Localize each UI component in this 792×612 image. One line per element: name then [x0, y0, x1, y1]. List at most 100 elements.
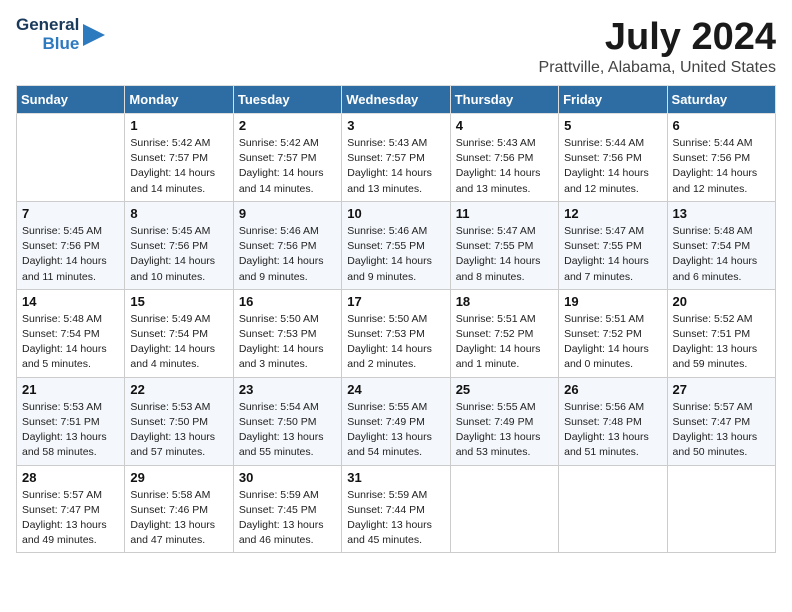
cell-w5-d4: 31Sunrise: 5:59 AMSunset: 7:44 PMDayligh…: [342, 465, 450, 553]
day-info: Sunrise: 5:57 AMSunset: 7:47 PMDaylight:…: [22, 488, 119, 549]
cell-w1-d5: 4 Sunrise: 5:43 AMSunset: 7:56 PMDaylight…: [450, 114, 558, 202]
cell-w4-d6: 26 Sunrise: 5:56 AMSunset: 7:48 PMDayligh…: [559, 377, 667, 465]
cell-w5-d1: 28 Sunrise: 5:57 AMSunset: 7:47 PMDayligh…: [17, 465, 125, 553]
day-number: 20: [673, 294, 770, 309]
day-info: Sunrise: 5:48 AMSunset: 7:54 PMDaylight:…: [22, 312, 119, 373]
logo-arrow-icon: [83, 20, 105, 50]
day-number: 29: [130, 470, 227, 485]
cell-w2-d2: 8 Sunrise: 5:45 AMSunset: 7:56 PMDaylight…: [125, 201, 233, 289]
day-number: 3: [347, 118, 444, 133]
cell-w4-d5: 25 Sunrise: 5:55 AMSunset: 7:49 PMDayligh…: [450, 377, 558, 465]
day-number: 2: [239, 118, 336, 133]
day-number: 15: [130, 294, 227, 309]
logo-general-text: General: [16, 16, 79, 35]
day-number: 25: [456, 382, 553, 397]
day-info: Sunrise: 5:45 AMSunset: 7:56 PMDaylight:…: [22, 224, 119, 285]
day-number: 8: [130, 206, 227, 221]
day-number: 12: [564, 206, 661, 221]
day-info: Sunrise: 5:47 AMSunset: 7:55 PMDaylight:…: [456, 224, 553, 285]
day-number: 19: [564, 294, 661, 309]
month-year: July 2024: [539, 16, 776, 59]
cell-w2-d7: 13 Sunrise: 5:48 AMSunset: 7:54 PMDayligh…: [667, 201, 775, 289]
day-info: Sunrise: 5:43 AMSunset: 7:56 PMDaylight:…: [456, 136, 553, 197]
header-sunday: Sunday: [17, 86, 125, 114]
day-info: Sunrise: 5:55 AMSunset: 7:49 PMDaylight:…: [456, 400, 553, 461]
day-number: 27: [673, 382, 770, 397]
cell-w3-d4: 17Sunrise: 5:50 AMSunset: 7:53 PMDayligh…: [342, 289, 450, 377]
day-info: Sunrise: 5:52 AMSunset: 7:51 PMDaylight:…: [673, 312, 770, 373]
day-info: Sunrise: 5:56 AMSunset: 7:48 PMDaylight:…: [564, 400, 661, 461]
day-number: 21: [22, 382, 119, 397]
day-info: Sunrise: 5:42 AMSunset: 7:57 PMDaylight:…: [130, 136, 227, 197]
day-info: Sunrise: 5:51 AMSunset: 7:52 PMDaylight:…: [564, 312, 661, 373]
cell-w5-d5: [450, 465, 558, 553]
cell-w2-d4: 10Sunrise: 5:46 AMSunset: 7:55 PMDayligh…: [342, 201, 450, 289]
day-number: 6: [673, 118, 770, 133]
day-info: Sunrise: 5:55 AMSunset: 7:49 PMDaylight:…: [347, 400, 444, 461]
day-info: Sunrise: 5:51 AMSunset: 7:52 PMDaylight:…: [456, 312, 553, 373]
day-info: Sunrise: 5:45 AMSunset: 7:56 PMDaylight:…: [130, 224, 227, 285]
cell-w2-d6: 12Sunrise: 5:47 AMSunset: 7:55 PMDayligh…: [559, 201, 667, 289]
day-number: 24: [347, 382, 444, 397]
day-info: Sunrise: 5:42 AMSunset: 7:57 PMDaylight:…: [239, 136, 336, 197]
cell-w2-d3: 9 Sunrise: 5:46 AMSunset: 7:56 PMDaylight…: [233, 201, 341, 289]
logo: General Blue: [16, 16, 105, 53]
day-info: Sunrise: 5:46 AMSunset: 7:55 PMDaylight:…: [347, 224, 444, 285]
day-number: 5: [564, 118, 661, 133]
day-info: Sunrise: 5:54 AMSunset: 7:50 PMDaylight:…: [239, 400, 336, 461]
day-number: 1: [130, 118, 227, 133]
location: Prattville, Alabama, United States: [539, 59, 776, 77]
header-monday: Monday: [125, 86, 233, 114]
day-number: 16: [239, 294, 336, 309]
cell-w3-d3: 16 Sunrise: 5:50 AMSunset: 7:53 PMDayligh…: [233, 289, 341, 377]
day-number: 13: [673, 206, 770, 221]
cell-w1-d3: 2 Sunrise: 5:42 AMSunset: 7:57 PMDaylight…: [233, 114, 341, 202]
cell-w3-d7: 20 Sunrise: 5:52 AMSunset: 7:51 PMDayligh…: [667, 289, 775, 377]
cell-w1-d1: [17, 114, 125, 202]
day-number: 14: [22, 294, 119, 309]
day-info: Sunrise: 5:59 AMSunset: 7:45 PMDaylight:…: [239, 488, 336, 549]
day-info: Sunrise: 5:57 AMSunset: 7:47 PMDaylight:…: [673, 400, 770, 461]
day-info: Sunrise: 5:59 AMSunset: 7:44 PMDaylight:…: [347, 488, 444, 549]
day-number: 28: [22, 470, 119, 485]
cell-w3-d2: 15Sunrise: 5:49 AMSunset: 7:54 PMDayligh…: [125, 289, 233, 377]
week-row-5: 28 Sunrise: 5:57 AMSunset: 7:47 PMDayligh…: [17, 465, 776, 553]
cell-w3-d5: 18 Sunrise: 5:51 AMSunset: 7:52 PMDayligh…: [450, 289, 558, 377]
day-number: 4: [456, 118, 553, 133]
day-number: 18: [456, 294, 553, 309]
cell-w1-d2: 1 Sunrise: 5:42 AMSunset: 7:57 PMDaylight…: [125, 114, 233, 202]
calendar-table: SundayMondayTuesdayWednesdayThursdayFrid…: [16, 85, 776, 553]
week-row-4: 21 Sunrise: 5:53 AMSunset: 7:51 PMDayligh…: [17, 377, 776, 465]
day-number: 23: [239, 382, 336, 397]
cell-w5-d7: [667, 465, 775, 553]
cell-w1-d4: 3Sunrise: 5:43 AMSunset: 7:57 PMDaylight…: [342, 114, 450, 202]
header-friday: Friday: [559, 86, 667, 114]
day-info: Sunrise: 5:58 AMSunset: 7:46 PMDaylight:…: [130, 488, 227, 549]
day-info: Sunrise: 5:53 AMSunset: 7:51 PMDaylight:…: [22, 400, 119, 461]
day-number: 17: [347, 294, 444, 309]
header-thursday: Thursday: [450, 86, 558, 114]
cell-w4-d1: 21 Sunrise: 5:53 AMSunset: 7:51 PMDayligh…: [17, 377, 125, 465]
cell-w5-d6: [559, 465, 667, 553]
cell-w3-d6: 19 Sunrise: 5:51 AMSunset: 7:52 PMDayligh…: [559, 289, 667, 377]
day-number: 9: [239, 206, 336, 221]
day-number: 11: [456, 206, 553, 221]
cell-w4-d7: 27 Sunrise: 5:57 AMSunset: 7:47 PMDayligh…: [667, 377, 775, 465]
header-tuesday: Tuesday: [233, 86, 341, 114]
day-number: 26: [564, 382, 661, 397]
week-row-2: 7 Sunrise: 5:45 AMSunset: 7:56 PMDaylight…: [17, 201, 776, 289]
calendar-header-row: SundayMondayTuesdayWednesdayThursdayFrid…: [17, 86, 776, 114]
cell-w1-d6: 5Sunrise: 5:44 AMSunset: 7:56 PMDaylight…: [559, 114, 667, 202]
day-info: Sunrise: 5:48 AMSunset: 7:54 PMDaylight:…: [673, 224, 770, 285]
cell-w2-d1: 7 Sunrise: 5:45 AMSunset: 7:56 PMDaylight…: [17, 201, 125, 289]
day-info: Sunrise: 5:46 AMSunset: 7:56 PMDaylight:…: [239, 224, 336, 285]
cell-w2-d5: 11 Sunrise: 5:47 AMSunset: 7:55 PMDayligh…: [450, 201, 558, 289]
cell-w5-d2: 29 Sunrise: 5:58 AMSunset: 7:46 PMDayligh…: [125, 465, 233, 553]
day-number: 22: [130, 382, 227, 397]
cell-w4-d3: 23 Sunrise: 5:54 AMSunset: 7:50 PMDayligh…: [233, 377, 341, 465]
day-info: Sunrise: 5:44 AMSunset: 7:56 PMDaylight:…: [673, 136, 770, 197]
week-row-1: 1 Sunrise: 5:42 AMSunset: 7:57 PMDaylight…: [17, 114, 776, 202]
day-number: 7: [22, 206, 119, 221]
day-info: Sunrise: 5:50 AMSunset: 7:53 PMDaylight:…: [239, 312, 336, 373]
day-number: 30: [239, 470, 336, 485]
